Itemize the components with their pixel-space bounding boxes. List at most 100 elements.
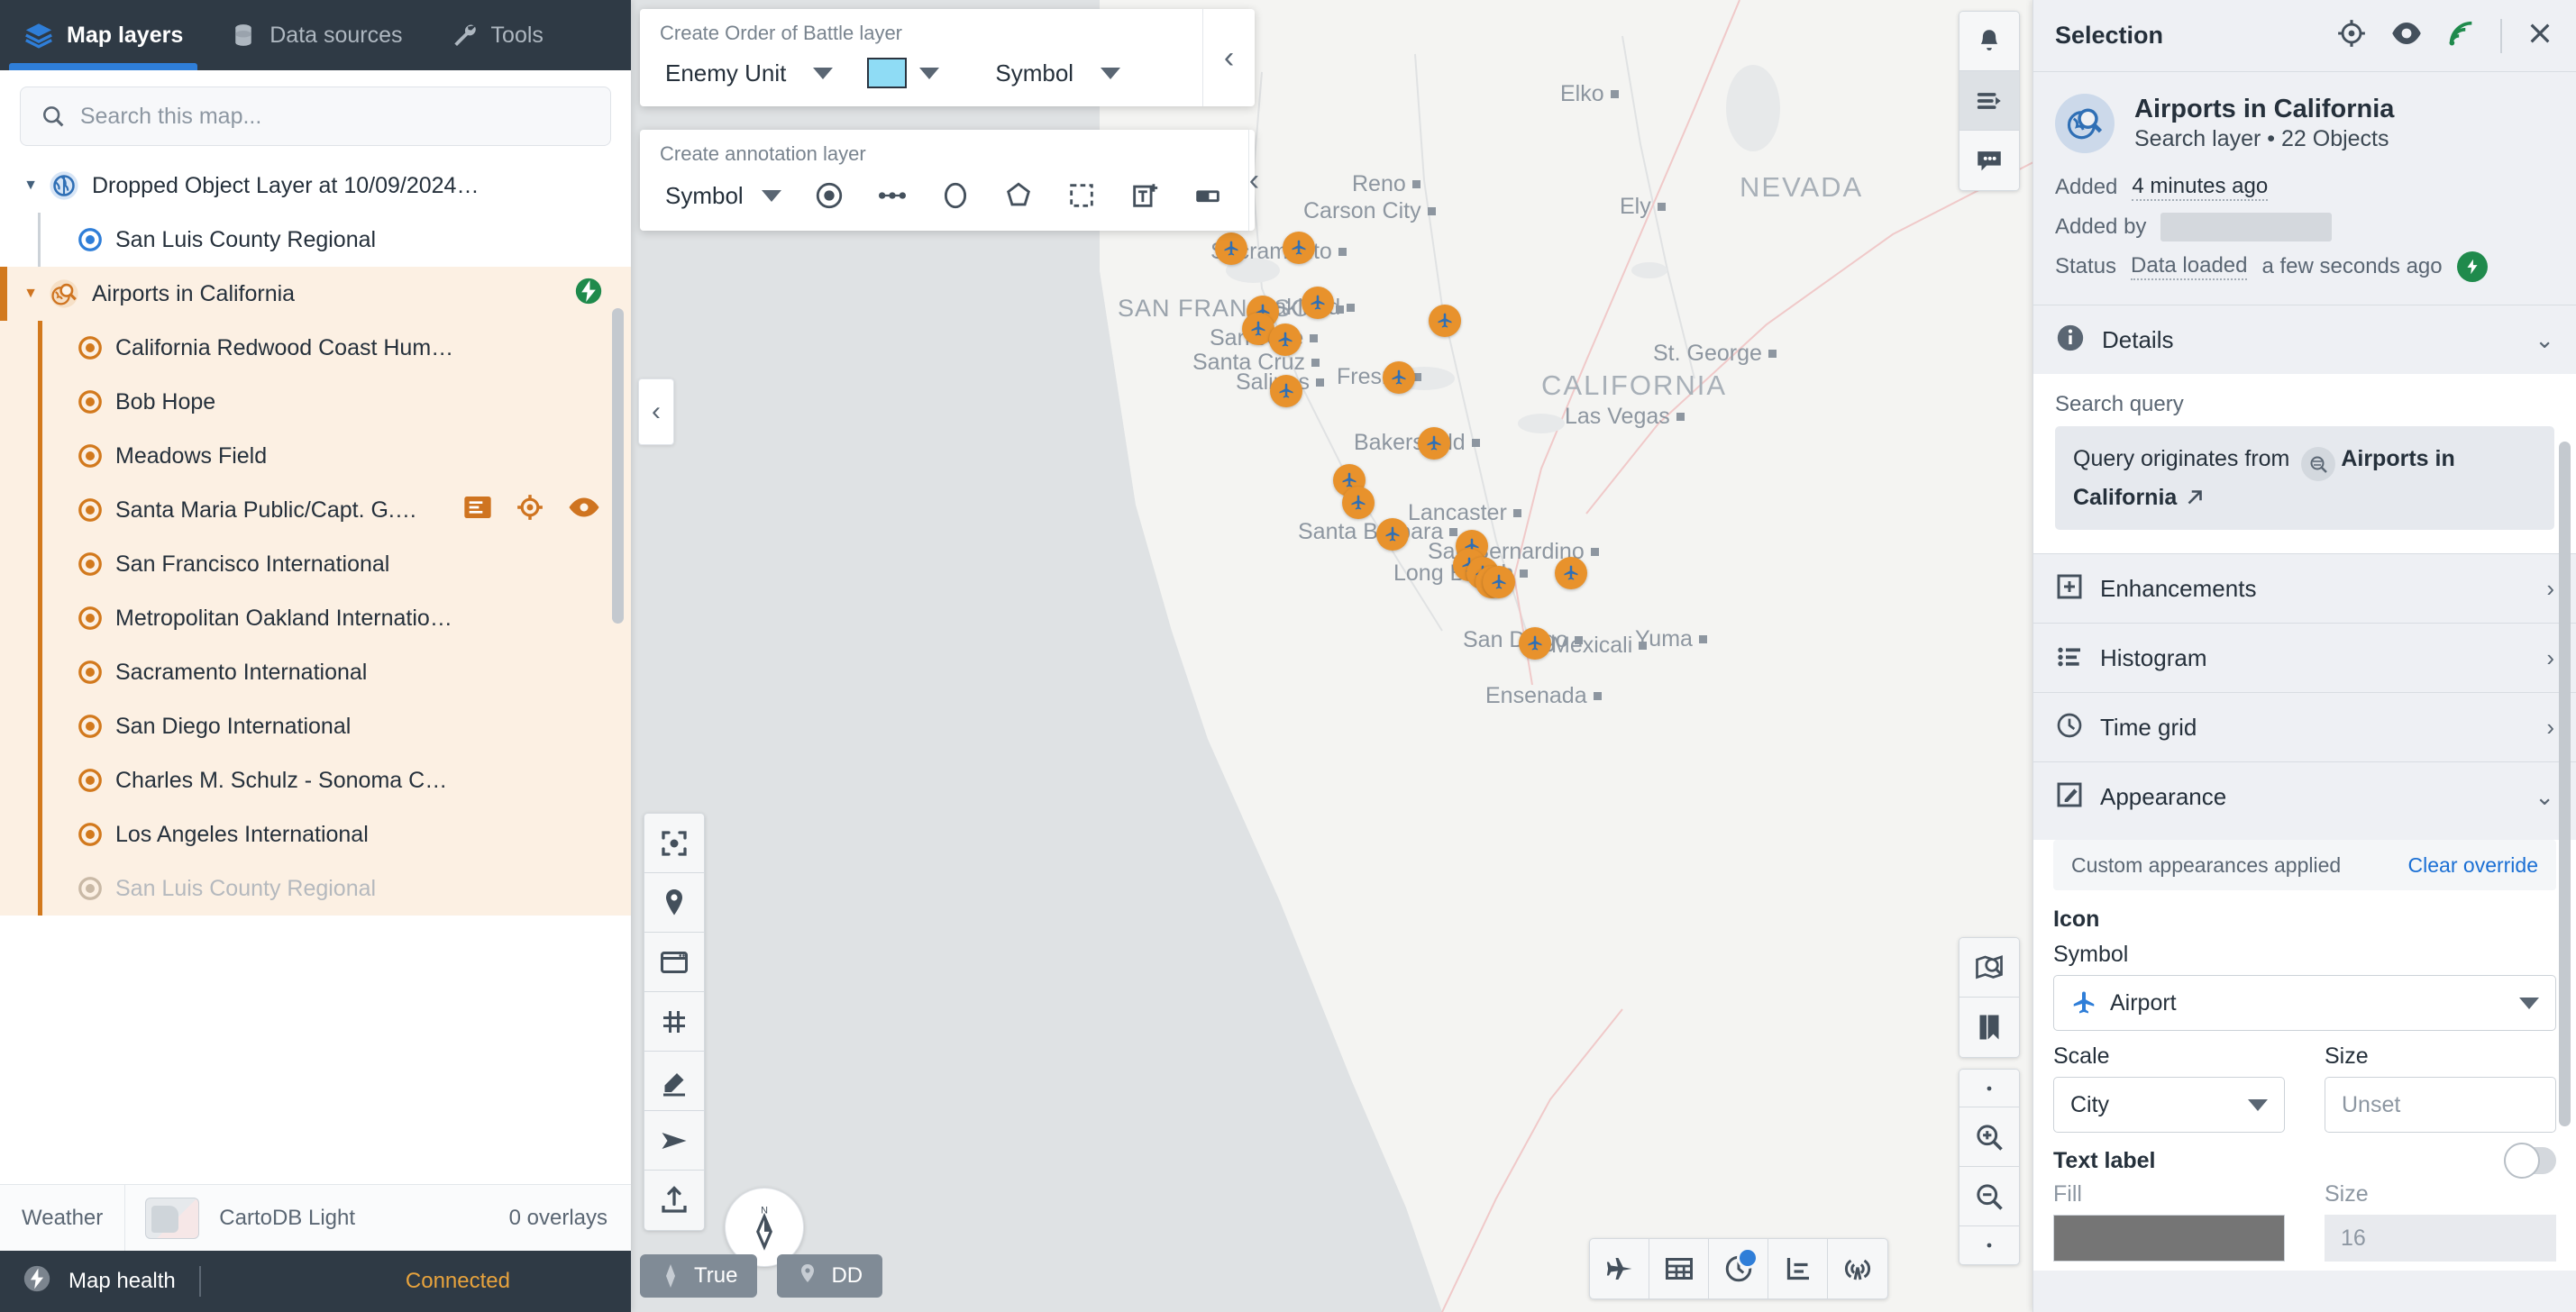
timeline-icon[interactable] [1768, 1239, 1828, 1298]
map-notify-toolbar[interactable] [1959, 11, 2020, 191]
external-link-icon[interactable] [2183, 485, 2206, 510]
circle-icon[interactable] [935, 175, 976, 216]
basemap-thumbnail[interactable] [145, 1197, 200, 1239]
layer-item[interactable]: San Luis County Regional [0, 213, 631, 267]
oob-unit-select[interactable]: Enemy Unit [660, 56, 838, 91]
map-search-icon[interactable] [1959, 938, 2019, 998]
tab-map-layers[interactable]: Map layers [0, 0, 206, 70]
window-icon[interactable] [644, 933, 704, 992]
zoom-step-up-icon[interactable] [1959, 1070, 2019, 1107]
clear-override-link[interactable]: Clear override [2408, 853, 2538, 878]
airport-pin[interactable] [1429, 305, 1461, 337]
layer-item[interactable]: Meadows Field [0, 429, 631, 483]
overlays-count[interactable]: 0 overlays [509, 1206, 631, 1231]
visibility-eye-icon[interactable] [2390, 20, 2423, 51]
airport-pin[interactable] [1302, 287, 1334, 319]
oob-color-select[interactable] [862, 54, 945, 92]
chevron-right-icon[interactable]: › [2546, 714, 2554, 742]
section-histogram-header[interactable]: Histogram › [2033, 624, 2576, 693]
map-canvas[interactable]: ChicoRenoCarson CityElkoElySt. GeorgeSac… [631, 0, 2032, 1312]
symbol-select[interactable]: Airport [2053, 975, 2556, 1032]
drop-pin-icon[interactable] [644, 873, 704, 933]
chevron-right-icon[interactable]: › [2546, 644, 2554, 672]
layer-item[interactable]: San Diego International [0, 699, 631, 753]
scale-select[interactable]: City [2053, 1077, 2285, 1134]
expand-caret-icon[interactable]: ▼ [18, 178, 43, 194]
aircraft-icon[interactable] [1590, 1239, 1649, 1298]
airport-pin[interactable] [1270, 375, 1302, 407]
search-query-value[interactable]: Query originates from Airports in Califo… [2055, 426, 2554, 531]
chevron-right-icon[interactable]: › [2546, 575, 2554, 603]
add-text-icon[interactable] [1124, 175, 1165, 216]
table-icon[interactable] [1649, 1239, 1709, 1298]
selection-panel-body[interactable]: Airports in California Search layer • 22… [2033, 72, 2576, 1312]
size-input[interactable]: Unset [2325, 1077, 2556, 1134]
layer-item[interactable]: San Luis County Regional [0, 861, 631, 916]
grid-icon[interactable] [644, 992, 704, 1052]
send-icon[interactable] [644, 1111, 704, 1171]
oob-collapse-button[interactable]: ‹ [1202, 9, 1255, 106]
search-box[interactable] [20, 87, 611, 146]
time-icon[interactable] [1709, 1239, 1768, 1298]
line-icon[interactable] [872, 175, 913, 216]
zoom-step-down-icon[interactable] [1959, 1226, 2019, 1264]
oob-symbol-select[interactable]: Symbol [990, 56, 1126, 91]
layer-group-airports[interactable]: ▼ Airports in California [0, 267, 631, 321]
map-right-toolbar[interactable] [1959, 937, 2020, 1058]
highlighter-icon[interactable] [644, 1052, 704, 1111]
visibility-eye-icon[interactable] [568, 496, 600, 525]
point-icon[interactable] [808, 175, 850, 216]
expand-caret-icon[interactable]: ▼ [18, 286, 43, 302]
layer-item[interactable]: Bob Hope [0, 375, 631, 429]
layer-group-dropped[interactable]: ▼ Dropped Object Layer at 10/09/2024 6:14… [0, 159, 631, 213]
map-sidebar-collapse-button[interactable]: ‹ [638, 378, 674, 445]
text-label-toggle[interactable] [2504, 1143, 2556, 1180]
fill-color-swatch[interactable] [2053, 1215, 2285, 1262]
layer-item-actions[interactable] [463, 493, 600, 528]
rectangle-select-icon[interactable] [1061, 175, 1102, 216]
annotation-collapse-button[interactable]: ‹ [1247, 130, 1259, 231]
center-on-map-icon[interactable] [516, 493, 544, 528]
airport-pin[interactable] [1269, 323, 1302, 356]
section-time-grid-header[interactable]: Time grid › [2033, 693, 2576, 762]
layer-item[interactable]: Sacramento International [0, 645, 631, 699]
layer-item[interactable]: Charles M. Schulz - Sonoma County [0, 753, 631, 807]
zoom-out-icon[interactable] [1959, 1167, 2019, 1226]
live-feed-icon[interactable] [2446, 18, 2477, 53]
layer-item[interactable]: Santa Maria Public/Capt. G.… [0, 483, 631, 537]
bookmarks-icon[interactable] [1959, 998, 2019, 1057]
map-left-toolbar[interactable] [644, 813, 705, 1231]
airport-pin[interactable] [1483, 566, 1515, 598]
details-card-icon[interactable] [463, 495, 492, 526]
chevron-down-icon[interactable]: ⌄ [2535, 783, 2554, 811]
bell-icon[interactable] [1959, 12, 2019, 71]
layer-item[interactable]: San Francisco International [0, 537, 631, 591]
airport-pin[interactable] [1342, 487, 1375, 519]
layer-item[interactable]: Metropolitan Oakland International [0, 591, 631, 645]
selection-panel-scrollbar[interactable] [2559, 442, 2571, 1126]
airport-pin[interactable] [1418, 427, 1450, 460]
tab-tools[interactable]: Tools [426, 0, 567, 70]
map-bottom-toolbar[interactable] [1589, 1238, 1888, 1299]
search-input[interactable] [79, 103, 590, 130]
map-zoom-toolbar[interactable] [1959, 1069, 2020, 1265]
section-enhancements-header[interactable]: Enhancements › [2033, 554, 2576, 624]
annotation-symbol-select[interactable]: Symbol [660, 178, 787, 214]
chevron-down-icon[interactable]: ⌄ [2535, 326, 2554, 354]
tab-data-sources[interactable]: Data sources [206, 0, 425, 70]
map-coordinate-chips[interactable]: True DD [640, 1254, 883, 1298]
weather-button[interactable]: Weather [0, 1185, 126, 1251]
polygon-icon[interactable] [998, 175, 1039, 216]
signal-icon[interactable] [1828, 1239, 1887, 1298]
layer-item[interactable]: California Redwood Coast Humboldt… [0, 321, 631, 375]
text-size-input[interactable]: 16 [2325, 1215, 2556, 1262]
airport-pin[interactable] [1283, 232, 1315, 264]
airport-pin[interactable] [1376, 518, 1409, 551]
zoom-in-icon[interactable] [1959, 1107, 2019, 1167]
center-on-map-icon[interactable] [2336, 18, 2367, 53]
basemap-name[interactable]: CartoDB Light [219, 1206, 355, 1231]
airport-pin[interactable] [1519, 627, 1551, 660]
close-icon[interactable] [2526, 19, 2554, 52]
airport-pin[interactable] [1555, 557, 1587, 589]
chip-true[interactable]: True [640, 1254, 758, 1298]
